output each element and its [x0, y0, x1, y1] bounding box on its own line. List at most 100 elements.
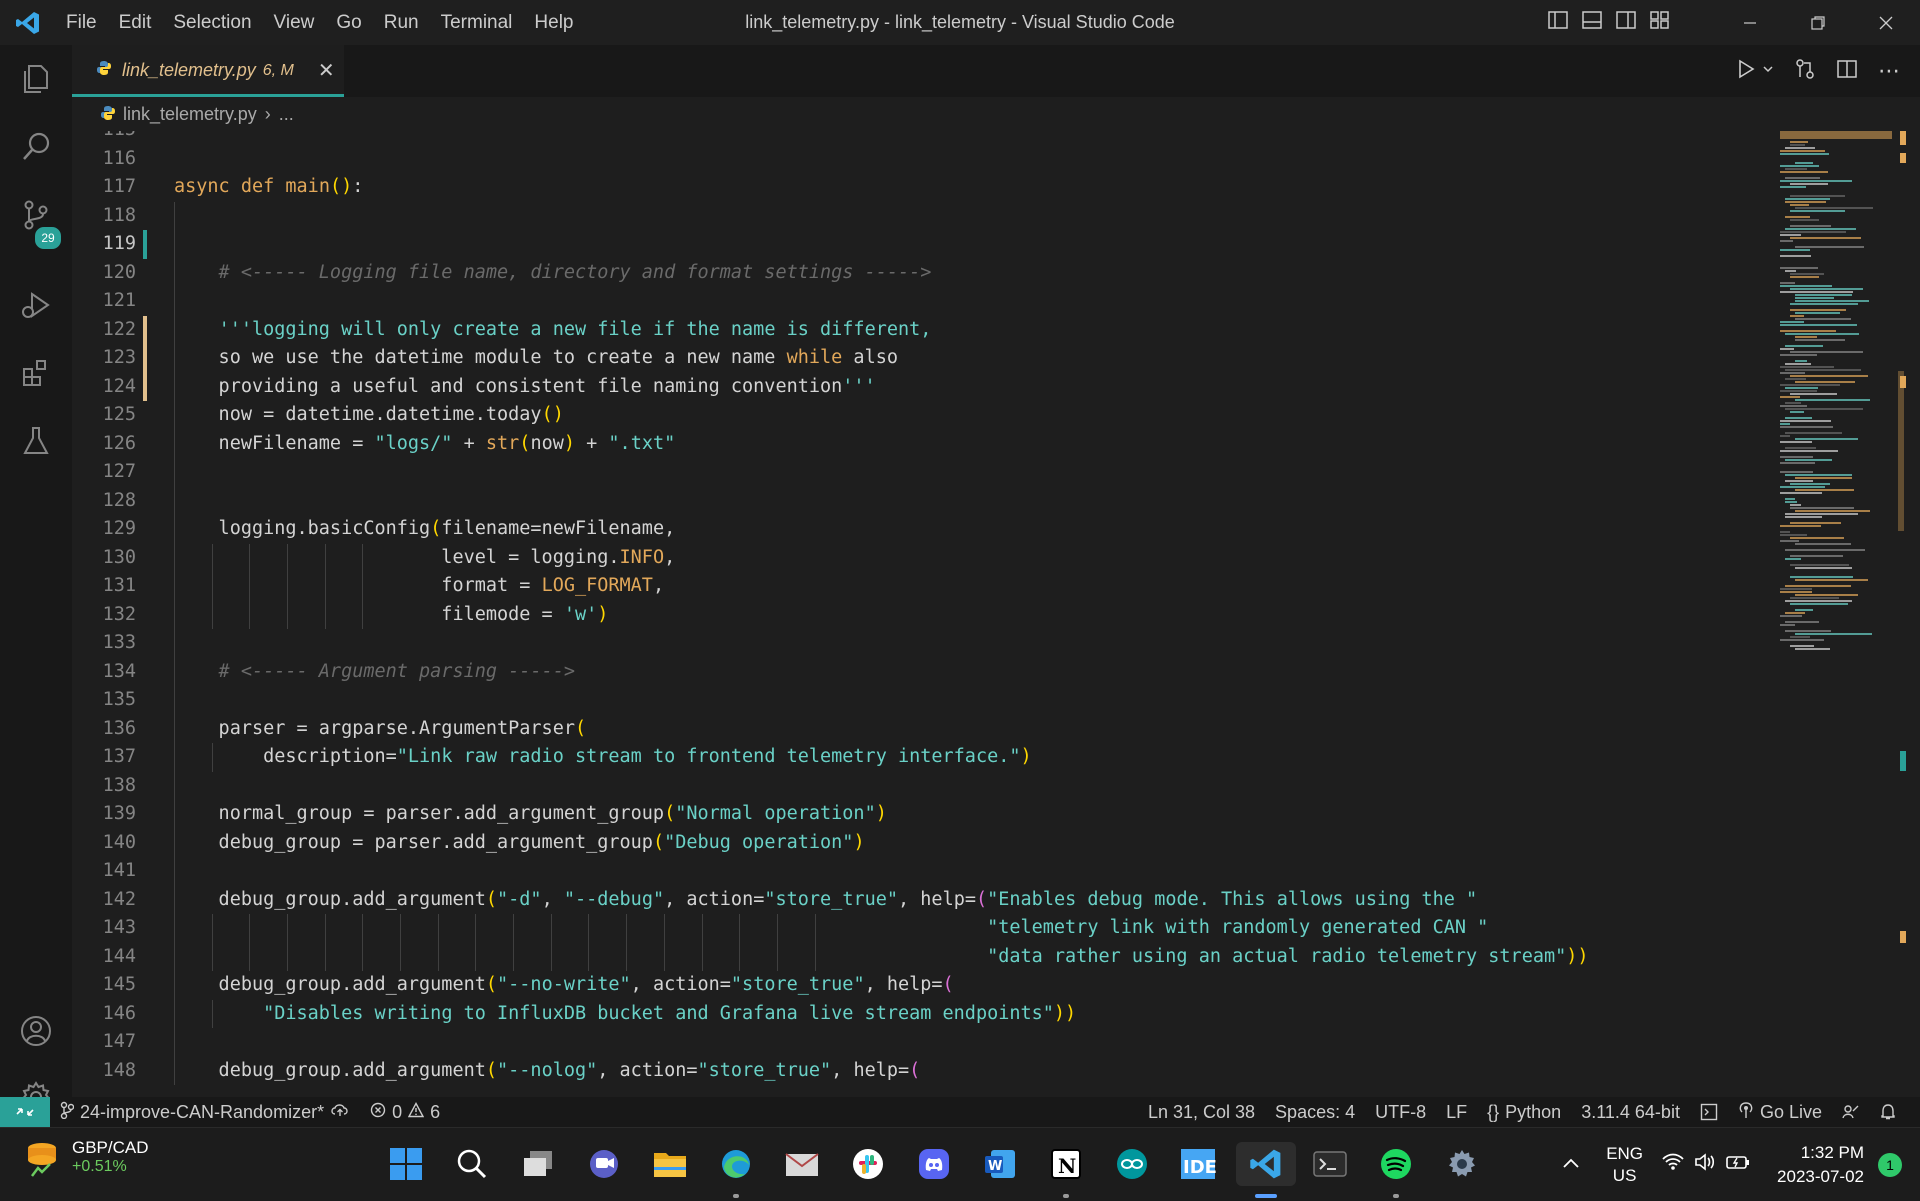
code-line[interactable]: 128 — [72, 486, 1772, 515]
code-line[interactable]: 132 filemode = 'w') — [72, 600, 1772, 629]
mail-icon[interactable] — [780, 1142, 824, 1186]
extensions-icon[interactable] — [0, 339, 72, 407]
branch-status[interactable]: 24-improve-CAN-Randomizer* — [50, 1101, 360, 1124]
code-line[interactable]: 144 "data rather using an actual radio t… — [72, 942, 1772, 971]
breadcrumb-file[interactable]: link_telemetry.py — [123, 104, 257, 125]
cursor-position[interactable]: Ln 31, Col 38 — [1138, 1102, 1265, 1123]
code-line[interactable]: 131 format = LOG_FORMAT, — [72, 572, 1772, 601]
notification-count[interactable]: 1 — [1878, 1152, 1902, 1177]
code-line[interactable]: 139 normal_group = parser.add_argument_g… — [72, 800, 1772, 829]
system-settings-icon[interactable] — [1440, 1142, 1484, 1186]
tab-link-telemetry[interactable]: link_telemetry.py 6, M ✕ — [72, 45, 344, 97]
code-line[interactable]: 143 "telemetry link with randomly genera… — [72, 914, 1772, 943]
code-line[interactable]: 117 async def main(): — [72, 173, 1772, 202]
indentation[interactable]: Spaces: 4 — [1265, 1102, 1365, 1123]
slack-icon[interactable] — [846, 1142, 890, 1186]
code-line[interactable]: 122 '''logging will only create a new fi… — [72, 315, 1772, 344]
code-line[interactable]: 120 # <----- Logging file name, director… — [72, 258, 1772, 287]
task-view-icon[interactable] — [516, 1142, 560, 1186]
code-line[interactable]: 126 newFilename = "logs/" + str(now) + "… — [72, 429, 1772, 458]
minimap[interactable] — [1780, 131, 1906, 661]
code-line[interactable]: 130 level = logging.INFO, — [72, 543, 1772, 572]
close-tab-icon[interactable]: ✕ — [318, 58, 335, 83]
overview-ruler[interactable] — [1898, 131, 1908, 1097]
customize-layout-icon[interactable] — [1650, 10, 1670, 35]
code-line[interactable]: 133 — [72, 629, 1772, 658]
code-line[interactable]: 137 description="Link raw radio stream t… — [72, 743, 1772, 772]
minimap-viewport[interactable] — [1780, 131, 1892, 139]
publish-branch-icon[interactable] — [330, 1102, 350, 1123]
wifi-icon[interactable] — [1661, 1152, 1685, 1177]
restore-icon[interactable] — [1784, 0, 1852, 45]
explorer-icon[interactable] — [0, 45, 72, 113]
teams-chat-icon[interactable] — [582, 1142, 626, 1186]
code-line[interactable]: 125 now = datetime.datetime.today() — [72, 401, 1772, 430]
show-hidden-icons-icon[interactable] — [1562, 1156, 1580, 1174]
stock-widget[interactable]: GBP/CAD +0.51% — [24, 1138, 149, 1183]
discord-icon[interactable] — [912, 1142, 956, 1186]
edge-browser-icon[interactable] — [714, 1142, 758, 1186]
menu-edit[interactable]: Edit — [108, 0, 163, 45]
minimize-icon[interactable] — [1716, 0, 1784, 45]
arduino-icon[interactable] — [1110, 1142, 1154, 1186]
close-window-icon[interactable] — [1852, 0, 1920, 45]
go-live-button[interactable]: Go Live — [1728, 1101, 1832, 1124]
run-debug-icon[interactable] — [0, 271, 72, 339]
menu-go[interactable]: Go — [325, 0, 372, 45]
taskbar-search-icon[interactable] — [450, 1142, 494, 1186]
problems-status[interactable]: 0 6 — [360, 1102, 450, 1123]
code-line[interactable]: 147 — [72, 1028, 1772, 1057]
notion-icon[interactable]: N — [1044, 1142, 1088, 1186]
accounts-feedback-icon[interactable] — [1832, 1103, 1870, 1121]
search-icon[interactable] — [0, 113, 72, 181]
code-line[interactable]: 142 debug_group.add_argument("-d", "--de… — [72, 885, 1772, 914]
code-line[interactable]: 145 debug_group.add_argument("--no-write… — [72, 971, 1772, 1000]
code-line[interactable]: 138 — [72, 771, 1772, 800]
vscode-taskbar-icon[interactable] — [1236, 1142, 1296, 1186]
language-mode[interactable]: {} Python — [1477, 1102, 1571, 1123]
code-line[interactable]: 127 — [72, 458, 1772, 487]
code-line[interactable]: 141 — [72, 857, 1772, 886]
code-line[interactable]: 124 providing a useful and consistent fi… — [72, 372, 1772, 401]
menu-view[interactable]: View — [263, 0, 326, 45]
menu-run[interactable]: Run — [373, 0, 430, 45]
toggle-panel-icon[interactable] — [1582, 10, 1602, 35]
code-line[interactable]: 115 — [72, 131, 1772, 145]
testing-icon[interactable] — [0, 407, 72, 475]
notifications-bell-icon[interactable] — [1870, 1103, 1906, 1121]
code-line[interactable]: 118 — [72, 201, 1772, 230]
more-actions-icon[interactable]: ⋯ — [1878, 58, 1900, 84]
remote-indicator-icon[interactable] — [0, 1097, 50, 1127]
terminal-toggle-icon[interactable] — [1690, 1103, 1728, 1121]
menu-selection[interactable]: Selection — [162, 0, 262, 45]
code-line[interactable]: 121 — [72, 287, 1772, 316]
clock[interactable]: 1:32 PM 2023-07-02 — [1777, 1141, 1864, 1189]
code-line[interactable]: 134 # <----- Argument parsing -----> — [72, 657, 1772, 686]
spotify-icon[interactable] — [1374, 1142, 1418, 1186]
code-line[interactable]: 136 parser = argparse.ArgumentParser( — [72, 714, 1772, 743]
menu-help[interactable]: Help — [523, 0, 584, 45]
code-editor[interactable]: 115 116 117 async def main(): 118 119 120 # <-… — [72, 131, 1772, 1097]
volume-icon[interactable] — [1693, 1152, 1717, 1177]
menu-terminal[interactable]: Terminal — [430, 0, 524, 45]
menu-file[interactable]: File — [55, 0, 108, 45]
git-change-marker[interactable] — [143, 344, 147, 373]
code-line[interactable]: 135 — [72, 686, 1772, 715]
git-change-marker[interactable] — [143, 315, 147, 344]
git-change-marker[interactable] — [143, 372, 147, 401]
code-line[interactable]: 148 debug_group.add_argument("--nolog", … — [72, 1056, 1772, 1085]
open-changes-icon[interactable] — [1794, 58, 1816, 85]
python-interpreter[interactable]: 3.11.4 64-bit — [1571, 1102, 1690, 1123]
code-line[interactable]: 116 — [72, 145, 1772, 174]
input-language[interactable]: ENG US — [1606, 1143, 1643, 1187]
split-editor-icon[interactable] — [1836, 58, 1858, 85]
toggle-secondary-sidebar-icon[interactable] — [1616, 10, 1636, 35]
start-icon[interactable] — [384, 1142, 428, 1186]
code-line[interactable]: 129 logging.basicConfig(filename=newFile… — [72, 515, 1772, 544]
encoding[interactable]: UTF-8 — [1365, 1102, 1436, 1123]
breadcrumb-symbols[interactable]: ... — [279, 104, 294, 125]
run-dropdown-icon[interactable] — [1762, 62, 1774, 80]
accounts-icon[interactable] — [0, 997, 72, 1065]
git-change-marker[interactable] — [143, 230, 147, 259]
terminal-app-icon[interactable] — [1308, 1142, 1352, 1186]
